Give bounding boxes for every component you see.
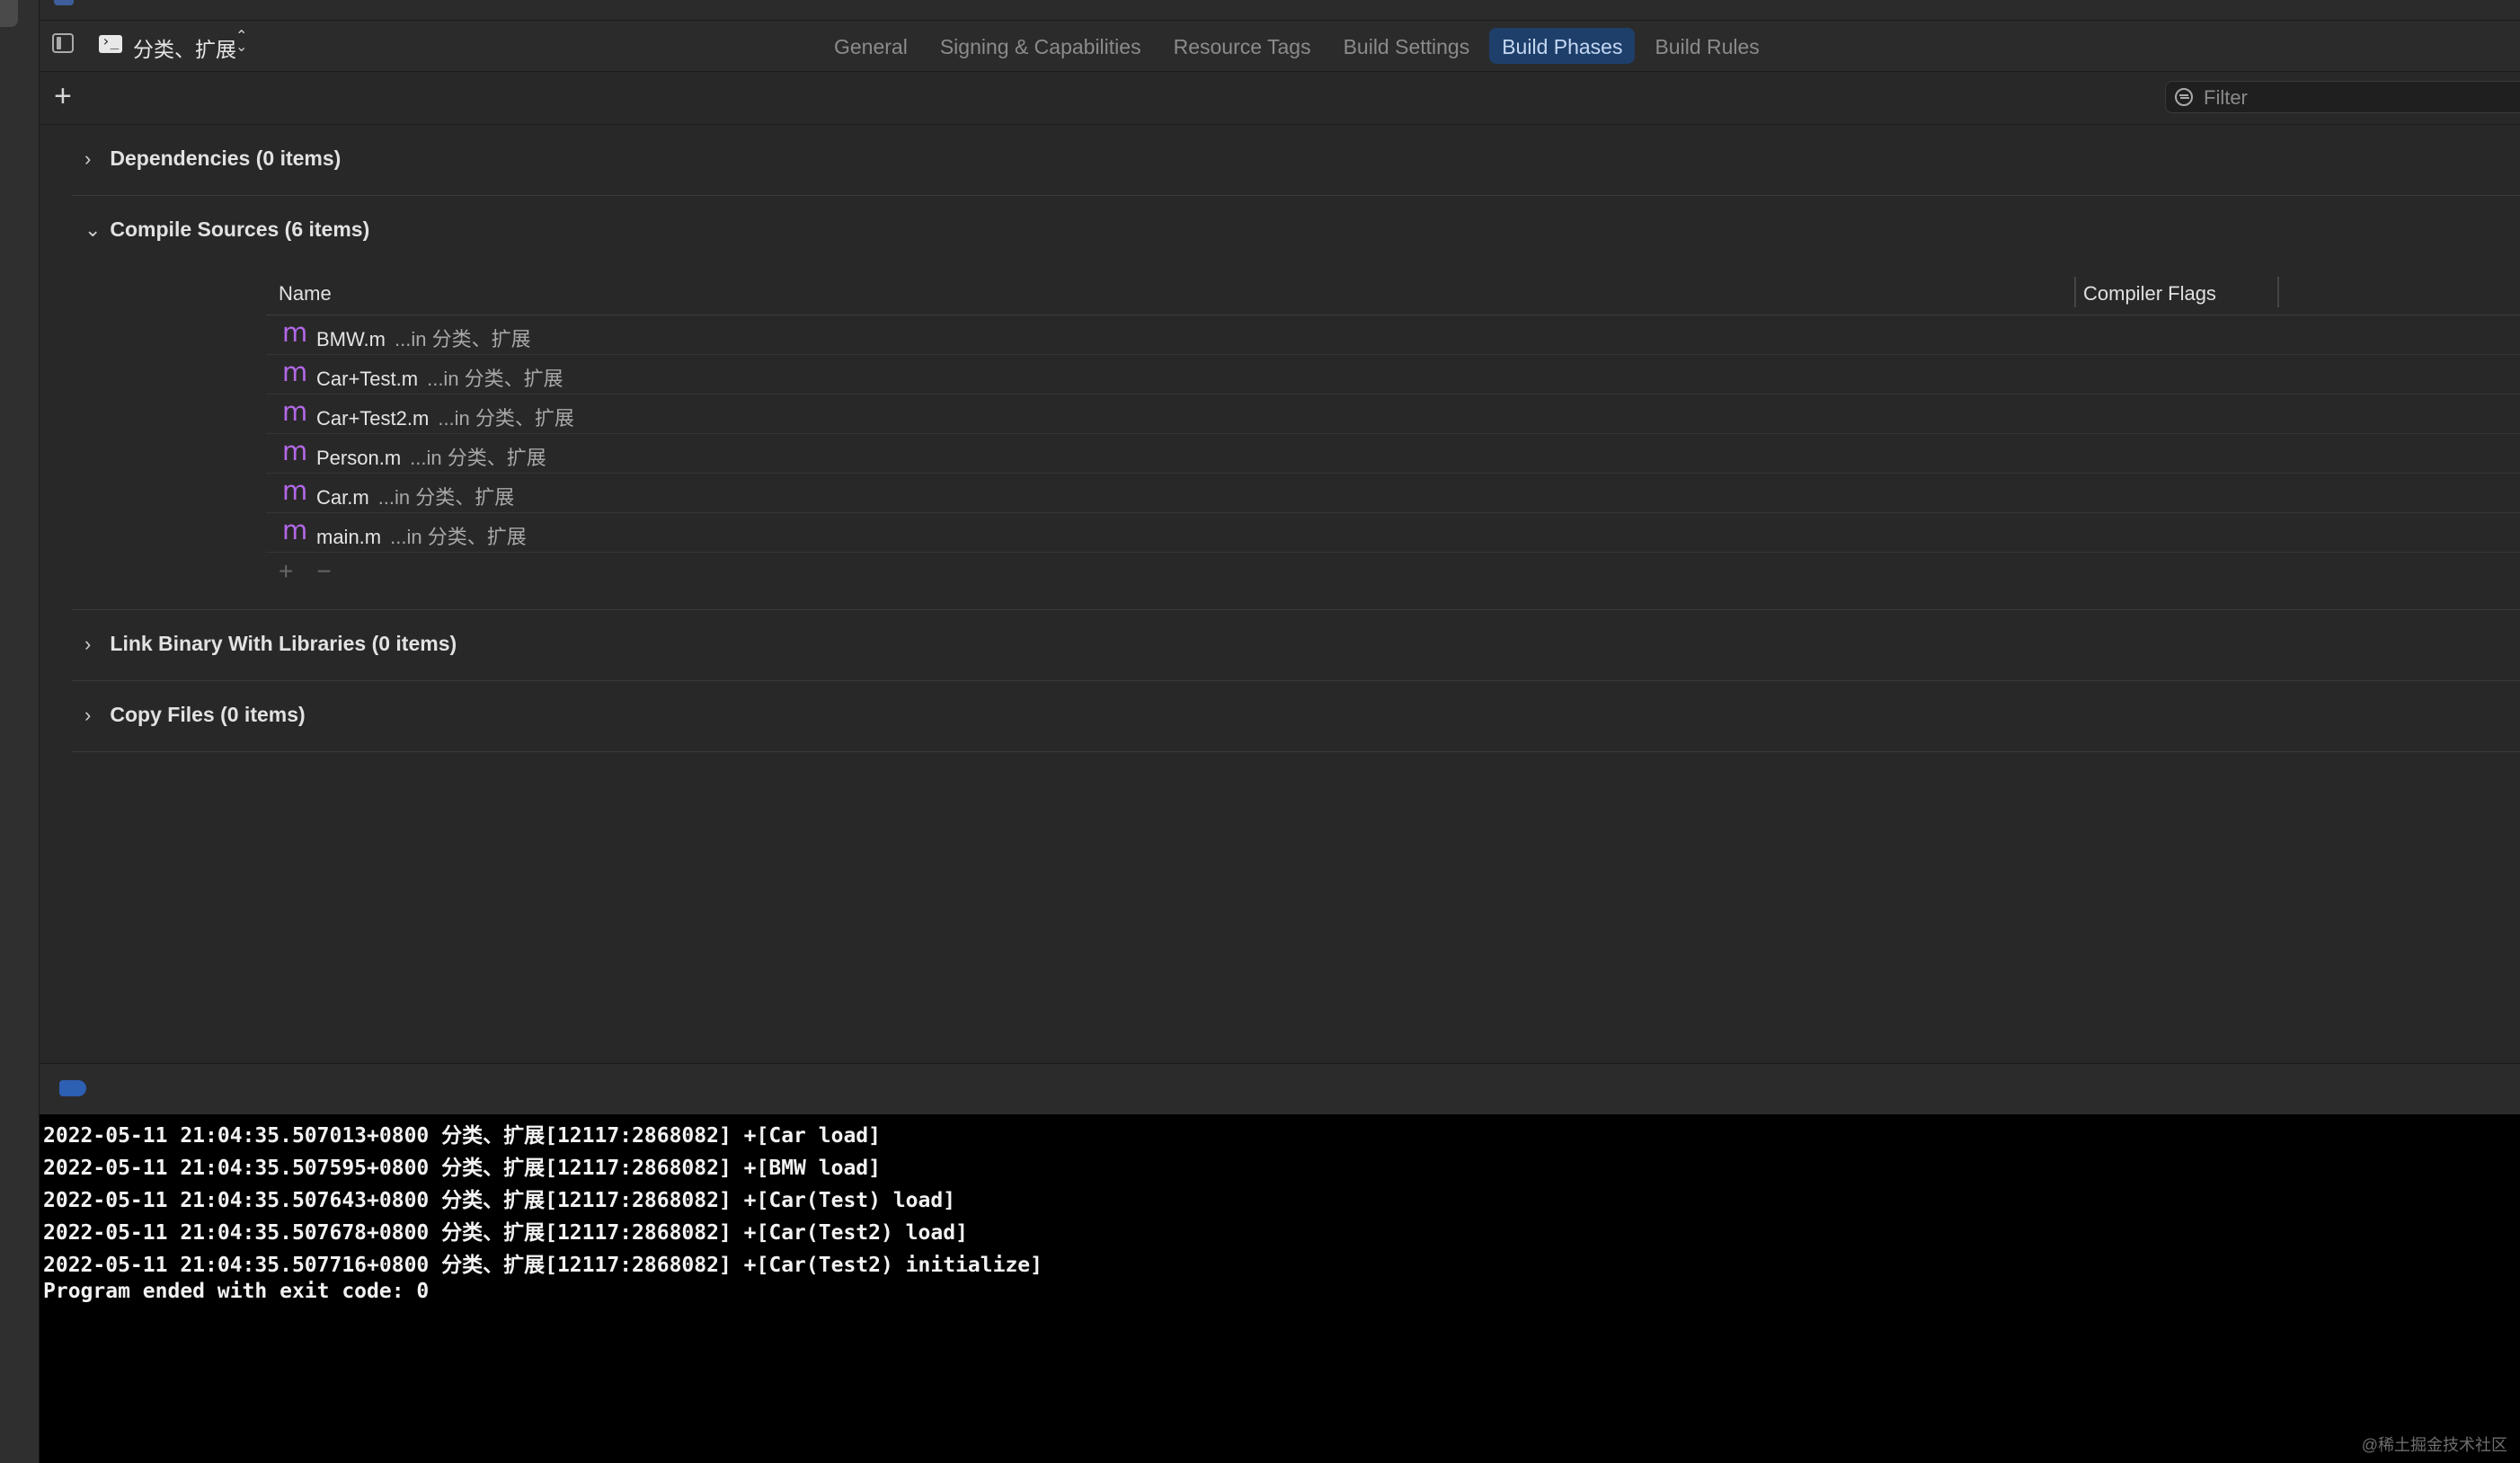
objc-file-icon: m [282,436,308,466]
phase-link-binary: › Link Binary With Libraries (0 items) [72,610,2520,681]
target-selector[interactable]: 分类、扩展 [133,32,236,63]
table-row[interactable]: m Car.m ...in 分类、扩展 [266,474,2520,513]
objc-file-icon: m [282,396,308,427]
phase-dependencies-header[interactable]: › Dependencies (0 items) [84,146,341,171]
breakpoint-toggle-icon[interactable] [59,1080,86,1096]
compile-table-header: Name Compiler Flags [266,273,2520,315]
watermark: @稀土掘金技术社区 [2361,1436,2507,1454]
chevron-updown-icon[interactable]: ⌃ ⌄ [235,30,247,55]
tab-signing-capabilities[interactable]: Signing & Capabilities [927,28,1154,64]
file-name: main.m [316,526,382,548]
file-location: ...in 分类、扩展 [438,407,574,430]
debug-bar [40,1063,2520,1114]
phase-dependencies: › Dependencies (0 items) [72,125,2520,196]
filter-icon [2175,88,2193,106]
file-location: ...in 分类、扩展 [395,328,531,350]
phase-dependencies-title: Dependencies (0 items) [110,146,342,170]
file-name: Car+Test2.m [316,407,430,430]
scheme-chip [54,0,74,5]
window-top-strip [40,0,2520,21]
console-line: 2022-05-11 21:04:35.507013+0800 分类、扩展[12… [43,1124,881,1148]
console-line: Program ended with exit code: 0 [43,1280,430,1303]
column-divider[interactable] [2277,277,2279,307]
navigator-edge [0,0,40,1463]
terminal-target-icon [99,32,122,53]
console-output[interactable]: 2022-05-11 21:04:35.507013+0800 分类、扩展[12… [40,1114,2520,1463]
console-line: 2022-05-11 21:04:35.507716+0800 分类、扩展[12… [43,1254,1043,1277]
settings-tabs: General Signing & Capabilities Resource … [821,28,1772,64]
column-name[interactable]: Name [279,282,332,306]
file-name: Car.m [316,486,369,509]
phase-link-binary-title: Link Binary With Libraries (0 items) [110,632,457,655]
file-name: Person.m [316,447,402,469]
file-location: ...in 分类、扩展 [410,447,546,469]
tab-build-phases[interactable]: Build Phases [1489,28,1636,64]
tab-resource-tags[interactable]: Resource Tags [1161,28,1324,64]
table-row[interactable]: m Person.m ...in 分类、扩展 [266,434,2520,474]
filter-input[interactable] [2202,85,2520,111]
table-row[interactable]: m BMW.m ...in 分类、扩展 [266,315,2520,355]
file-location: ...in 分类、扩展 [377,486,515,509]
console-line: 2022-05-11 21:04:35.507643+0800 分类、扩展[12… [43,1189,956,1212]
objc-file-icon: m [282,515,308,545]
table-row[interactable]: m Car+Test.m ...in 分类、扩展 [266,355,2520,395]
phase-compile-sources-header[interactable]: ⌄ Compile Sources (6 items) [84,217,369,242]
phase-link-binary-header[interactable]: › Link Binary With Libraries (0 items) [84,632,457,656]
objc-file-icon: m [282,475,308,506]
tab-build-rules[interactable]: Build Rules [1642,28,1771,64]
row-edit-buttons: + − [279,557,355,586]
column-divider[interactable] [2074,277,2076,307]
editor-header: 分类、扩展 ⌃⌄ General Signing & Capabilities … [40,21,2520,72]
table-row[interactable]: m main.m ...in 分类、扩展 [266,513,2520,553]
table-row[interactable]: m Car+Test2.m ...in 分类、扩展 [266,395,2520,434]
objc-file-icon: m [282,357,308,387]
tab-build-settings[interactable]: Build Settings [1331,28,1483,64]
add-phase-button[interactable]: + [54,79,72,114]
chevron-down-icon[interactable]: ⌄ [84,218,104,242]
chevron-right-icon[interactable]: › [84,147,104,171]
file-location: ...in 分类、扩展 [390,526,527,548]
remove-file-button[interactable]: − [316,557,331,585]
phase-copy-files: › Copy Files (0 items) [72,681,2520,752]
phase-copy-files-title: Copy Files (0 items) [110,703,306,726]
console-line: 2022-05-11 21:04:35.507595+0800 分类、扩展[12… [43,1157,881,1180]
tab-general[interactable]: General [821,28,920,64]
console-line: 2022-05-11 21:04:35.507678+0800 分类、扩展[12… [43,1221,968,1245]
file-name: BMW.m [316,328,386,350]
column-compiler-flags[interactable]: Compiler Flags [2083,282,2216,306]
filter-field [2165,81,2520,113]
phase-compile-sources-title: Compile Sources (6 items) [110,217,370,241]
file-location: ...in 分类、扩展 [427,368,563,390]
sidebar-toggle-icon[interactable] [52,33,74,53]
phase-copy-files-header[interactable]: › Copy Files (0 items) [84,703,306,727]
add-file-button[interactable]: + [279,557,293,585]
phases-toolbar: + [40,72,2520,125]
chevron-right-icon[interactable]: › [84,633,104,656]
file-name: Car+Test.m [316,368,419,390]
chevron-right-icon[interactable]: › [84,704,104,727]
objc-file-icon: m [282,317,308,348]
navigator-nub [0,0,18,27]
